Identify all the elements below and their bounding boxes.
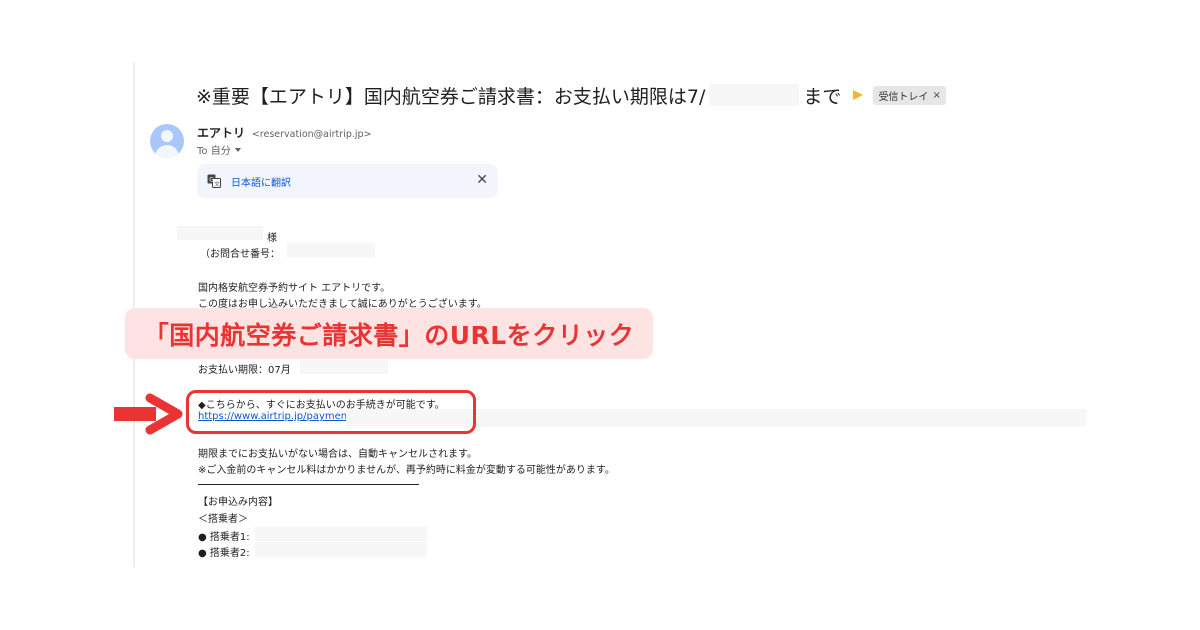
avatar-body-shape [155, 145, 179, 158]
instruction-callout: 「国内航空券ご請求書」のURLをクリック [125, 308, 653, 359]
callout-text: 「国内航空券ご請求書」のURLをクリック [143, 320, 635, 350]
inbox-label-chip[interactable]: 受信トレイ × [873, 85, 946, 105]
sender-avatar[interactable] [150, 124, 184, 158]
svg-text:文: 文 [214, 180, 220, 188]
subject-row: ※重要【エアトリ】国内航空券ご請求書：お支払い期限は7/ まで 受信トレイ × [196, 80, 946, 110]
recipient-details-toggle[interactable]: To 自分 [197, 142, 241, 157]
cancel-notice-1: 期限までにお支払いがない場合は、自動キャンセルされます。 [198, 449, 477, 460]
translate-to-japanese-link[interactable]: 日本語に翻訳 [231, 174, 291, 189]
redacted-date [709, 84, 800, 106]
screenshot-canvas: ※重要【エアトリ】国内航空券ご請求書：お支払い期限は7/ まで 受信トレイ × … [0, 0, 1200, 630]
intro-line-1: 国内格安航空券予約サイト エアトリです。 [198, 283, 391, 294]
arrow-right-icon [114, 393, 183, 435]
subject-prefix: ※重要【エアトリ】国内航空券ご請求書：お支払い期限は7/ [196, 85, 706, 108]
subject-suffix: まで [803, 85, 842, 108]
application-heading: 【お申込み内容】 [198, 497, 278, 508]
translate-icon: G 文 [207, 174, 221, 188]
close-icon[interactable]: ✕ [476, 172, 488, 188]
important-marker-icon[interactable] [853, 90, 864, 100]
passenger-1-label: ● 搭乗者1: [198, 532, 250, 543]
inbox-label-text: 受信トレイ [878, 91, 929, 103]
redacted-passenger-2 [255, 542, 427, 557]
cancel-notice-2: ※ご入金前のキャンセル料はかかりませんが、再予約時に料金が変動する可能性がありま… [198, 465, 615, 476]
redacted-deadline-date [300, 360, 388, 374]
translate-bar: G 文 日本語に翻訳 ✕ [197, 164, 498, 198]
sender-email: <reservation@airtrip.jp> [251, 129, 372, 140]
payment-link-highlight [186, 390, 476, 434]
redacted-passenger-1 [255, 526, 427, 541]
label-remove-icon[interactable]: × [932, 90, 940, 101]
redacted-customer-name [177, 226, 263, 240]
redacted-inquiry-number [287, 243, 375, 258]
salutation: 様 [267, 233, 277, 244]
chevron-down-icon [234, 147, 241, 152]
sender-line: エアトリ <reservation@airtrip.jp> [197, 124, 372, 141]
passengers-heading: ＜搭乗者＞ [198, 514, 248, 525]
inquiry-number-label: （お問合せ番号： [200, 249, 280, 260]
passenger-2-label: ● 搭乗者2: [198, 548, 250, 559]
payment-deadline: お支払い期限：07月 [198, 365, 291, 376]
avatar-head-shape [161, 130, 173, 142]
sender-name[interactable]: エアトリ [197, 126, 245, 140]
recipient-label: To 自分 [197, 146, 231, 157]
divider [198, 484, 419, 485]
